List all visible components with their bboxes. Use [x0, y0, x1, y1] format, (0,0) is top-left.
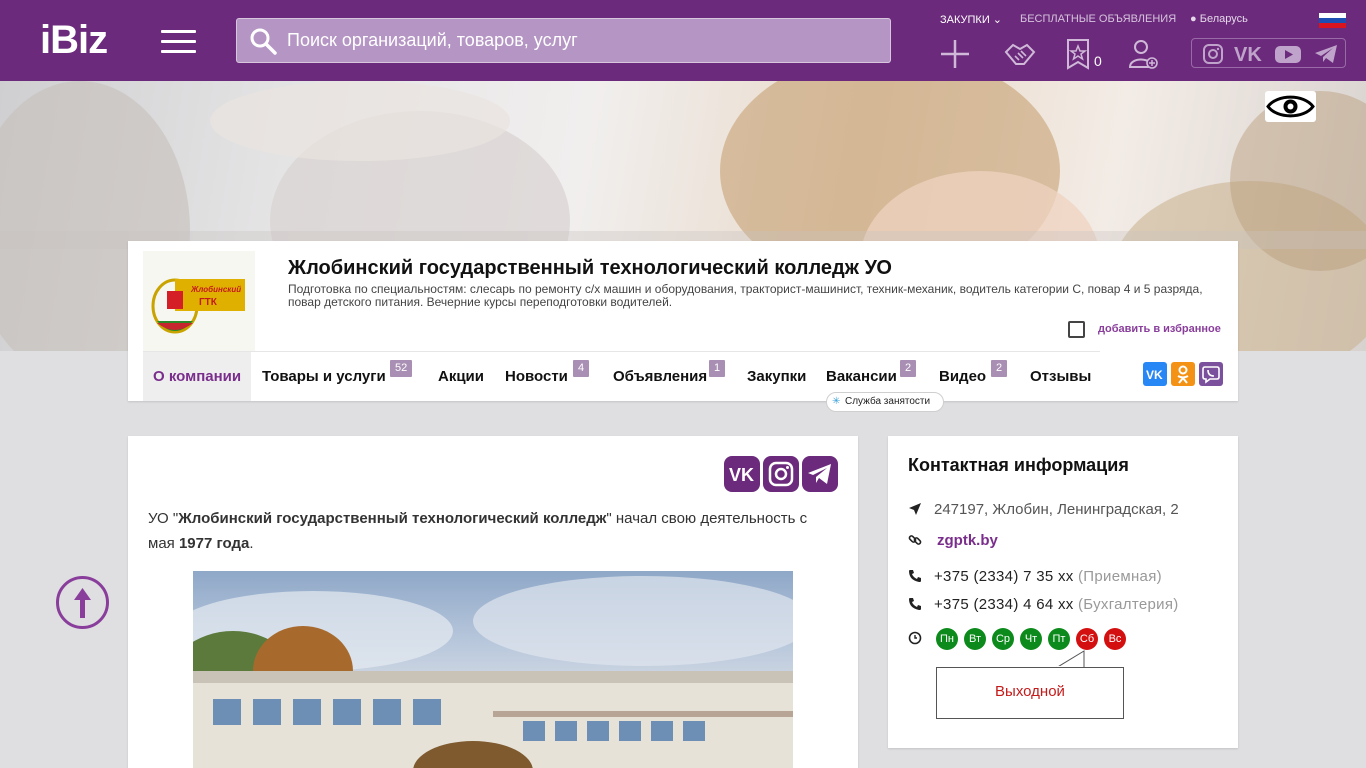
- svg-text:VK: VK: [729, 465, 754, 485]
- vk-icon[interactable]: VK: [724, 456, 760, 492]
- tab-news[interactable]: Новости: [505, 352, 568, 401]
- phone-1[interactable]: +375 (2334) 7 35 xx (Приемная): [934, 568, 1162, 585]
- tab-products-badge: 52: [390, 360, 413, 377]
- tab-reviews[interactable]: Отзывы: [1030, 352, 1091, 401]
- add-user-icon[interactable]: [1127, 38, 1159, 70]
- day-sun[interactable]: Вс: [1104, 628, 1126, 650]
- site-logo[interactable]: iBiz: [40, 20, 108, 60]
- tab-vacancies-badge: 2: [900, 360, 917, 377]
- accessibility-eye-icon[interactable]: [1265, 91, 1316, 122]
- plus-icon[interactable]: [939, 38, 971, 70]
- vk-icon[interactable]: VK: [1234, 43, 1264, 65]
- top-bar: iBiz Закупки ⌄ Бесплатные объявления ● Б…: [0, 0, 1366, 81]
- phone-2-note: (Бухгалтерия): [1078, 596, 1179, 613]
- employment-service-label: Служба занятости: [845, 396, 931, 407]
- share-viber-icon[interactable]: [1199, 362, 1223, 386]
- tab-ads-badge: 1: [709, 360, 726, 377]
- contact-panel: Контактная информация 247197, Жлобин, Ле…: [888, 436, 1238, 748]
- day-mon[interactable]: Пн: [936, 628, 958, 650]
- sparkle-icon: ✳: [832, 396, 841, 407]
- search-icon[interactable]: [249, 27, 277, 55]
- tab-purchases[interactable]: Закупки: [747, 352, 806, 401]
- phone-1-number[interactable]: +375 (2334) 7 35 xx: [934, 568, 1074, 585]
- day-fri[interactable]: Пт: [1048, 628, 1070, 650]
- search-box[interactable]: [236, 18, 891, 63]
- phone-icon: [909, 570, 921, 582]
- employment-service-badge[interactable]: ✳ Служба занятости: [826, 392, 944, 412]
- share-ok-icon[interactable]: [1171, 362, 1195, 386]
- phone-2[interactable]: +375 (2334) 4 64 xx (Бухгалтерия): [934, 596, 1179, 613]
- link-icon: [908, 535, 922, 545]
- location-arrow-icon: [909, 503, 921, 515]
- company-card: Жлобинский ГТК Жлобинский государственны…: [128, 241, 1238, 412]
- search-input[interactable]: [287, 19, 877, 62]
- location-pin-icon: ●: [1190, 13, 1197, 25]
- company-logo-abbr: ГТК: [199, 297, 218, 308]
- company-logo[interactable]: Жлобинский ГТК: [143, 251, 255, 351]
- contact-heading: Контактная информация: [908, 455, 1129, 475]
- handshake-icon[interactable]: [1004, 38, 1036, 70]
- tab-video-badge: 2: [991, 360, 1008, 377]
- about-intro-prefix: УО ": [148, 510, 179, 527]
- favorites-count: 0: [1094, 53, 1102, 69]
- about-intro-suffix: .: [249, 535, 254, 552]
- scroll-top-icon[interactable]: [56, 576, 109, 629]
- svg-text:VK: VK: [1234, 44, 1262, 65]
- tab-video[interactable]: Видео: [939, 352, 986, 401]
- nav-free-ads[interactable]: Бесплатные объявления: [1020, 13, 1176, 25]
- phone-2-number[interactable]: +375 (2334) 4 64 xx: [934, 596, 1074, 613]
- share-vk-icon[interactable]: VK: [1143, 362, 1167, 386]
- language-flag-icon[interactable]: [1319, 13, 1346, 28]
- tooltip-pointer: [1056, 650, 1085, 668]
- chevron-down-icon: ⌄: [992, 14, 1003, 26]
- day-tooltip-text: Выходной: [995, 683, 1065, 700]
- region-label: Беларусь: [1199, 13, 1248, 25]
- website-link[interactable]: zgptk.by: [937, 532, 998, 549]
- about-intro-name: Жлобинский государственный технологическ…: [178, 510, 607, 527]
- favorite-label[interactable]: добавить в избранное: [1098, 323, 1221, 335]
- favorite-checkbox[interactable]: [1068, 321, 1085, 338]
- youtube-icon[interactable]: [1274, 43, 1302, 65]
- svg-text:VK: VK: [1146, 368, 1163, 382]
- company-description: Подготовка по специальностям: слесарь по…: [288, 282, 1203, 309]
- company-title: Жлобинский государственный технологическ…: [288, 257, 892, 279]
- region-selector[interactable]: ● Беларусь: [1190, 13, 1248, 25]
- nav-purchases-label: Закупки: [940, 14, 990, 26]
- phone-icon: [909, 598, 921, 610]
- phone-1-note: (Приемная): [1078, 568, 1162, 585]
- about-panel: VK УО "Жлобинский государственный технол…: [128, 436, 858, 768]
- clock-icon: [908, 631, 922, 645]
- social-links: VK: [1191, 38, 1346, 68]
- about-intro: УО "Жлобинский государственный технологи…: [148, 506, 838, 556]
- instagram-icon[interactable]: [1202, 43, 1224, 65]
- day-tue[interactable]: Вт: [964, 628, 986, 650]
- about-intro-year: 1977 года: [178, 535, 250, 552]
- building-photo[interactable]: [193, 571, 793, 768]
- tab-products[interactable]: Товары и услуги: [262, 352, 386, 401]
- day-tooltip: Выходной: [936, 667, 1124, 719]
- menu-icon[interactable]: [161, 30, 196, 54]
- tab-ads[interactable]: Объявления: [613, 352, 707, 401]
- company-logo-text: Жлобинский: [190, 285, 241, 294]
- tab-about[interactable]: О компании: [143, 352, 252, 401]
- telegram-icon[interactable]: [1314, 43, 1338, 65]
- tab-news-badge: 4: [573, 360, 590, 377]
- telegram-icon[interactable]: [802, 456, 838, 492]
- instagram-icon[interactable]: [763, 456, 799, 492]
- nav-purchases[interactable]: Закупки ⌄: [940, 13, 1002, 26]
- address-text: 247197, Жлобин, Ленинградская, 2: [934, 501, 1179, 518]
- day-thu[interactable]: Чт: [1020, 628, 1042, 650]
- day-wed[interactable]: Ср: [992, 628, 1014, 650]
- star-bookmark-icon[interactable]: [1064, 38, 1096, 70]
- tab-promotions[interactable]: Акции: [438, 352, 484, 401]
- day-sat[interactable]: Сб: [1076, 628, 1098, 650]
